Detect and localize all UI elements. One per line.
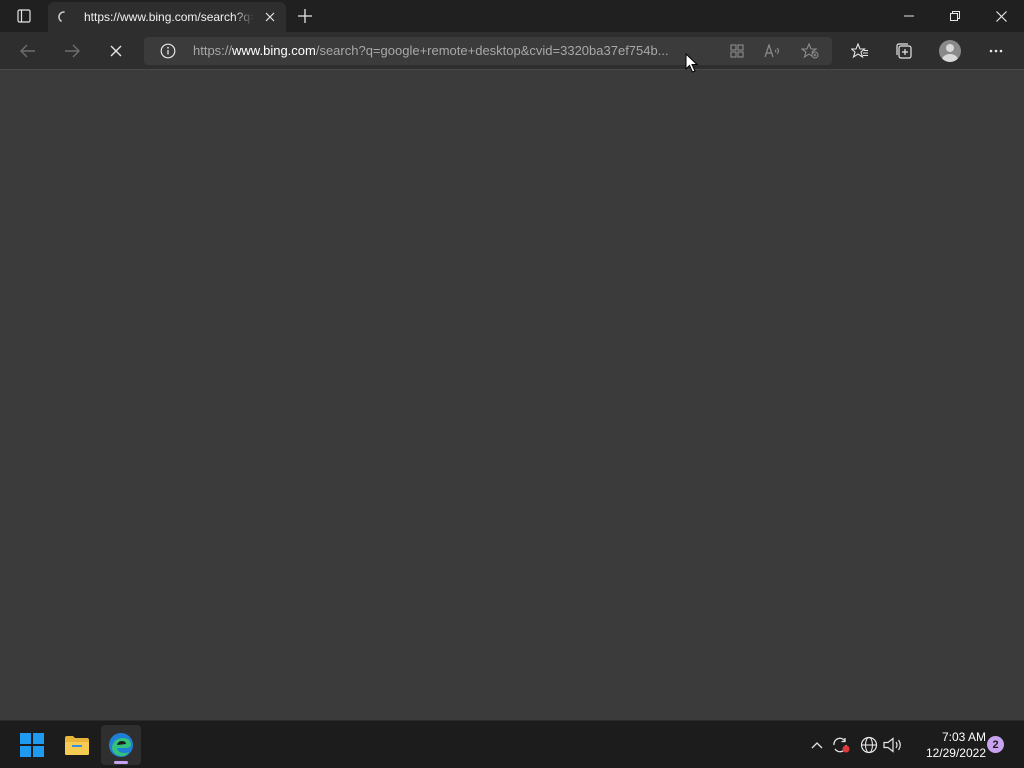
- file-explorer-button[interactable]: [57, 725, 97, 765]
- speaker-icon: [883, 737, 901, 753]
- read-aloud-button[interactable]: [762, 41, 784, 61]
- collections-icon: [896, 43, 912, 59]
- tab-title: https://www.bing.com/search?q=google+rem…: [84, 10, 254, 24]
- clock-date: 12/29/2022: [925, 746, 986, 760]
- screen: https://www.bing.com/search?q=google+rem…: [0, 0, 1024, 768]
- avatar: [939, 40, 961, 62]
- chevron-up-icon: [811, 742, 823, 749]
- arrow-left-icon: [20, 44, 35, 58]
- forward-button[interactable]: [57, 36, 87, 66]
- globe-icon: [860, 736, 878, 754]
- back-button[interactable]: [13, 36, 43, 66]
- more-icon: [989, 49, 1003, 53]
- sync-alert-icon: [833, 737, 850, 753]
- network-button[interactable]: [858, 734, 880, 756]
- tab-actions-icon: [17, 9, 31, 23]
- clock-time: 7:03 AM: [941, 730, 986, 744]
- stop-loading-button[interactable]: [101, 36, 131, 66]
- favorites-icon: [851, 43, 868, 59]
- volume-button[interactable]: [882, 734, 904, 756]
- address-bar-url[interactable]: https://www.bing.com/search?q=google+rem…: [193, 43, 718, 58]
- profile-button[interactable]: [935, 36, 965, 66]
- minimize-button[interactable]: [886, 0, 932, 32]
- collections-button[interactable]: [889, 36, 919, 66]
- app-available-button[interactable]: [726, 41, 748, 61]
- info-icon[interactable]: [160, 43, 176, 59]
- settings-more-button[interactable]: [981, 36, 1011, 66]
- url-path: /search?q=google+remote+desktop&cvid=332…: [315, 43, 669, 58]
- edge-taskbar-button[interactable]: [101, 725, 141, 765]
- clock-button[interactable]: 7:03 AM 12/29/2022: [906, 729, 986, 761]
- close-window-button[interactable]: [978, 0, 1024, 32]
- url-prefix: https://: [193, 43, 233, 58]
- browser-toolbar: https://www.bing.com/search?q=google+rem…: [0, 32, 1024, 70]
- tab-active[interactable]: https://www.bing.com/search?q=google+rem…: [48, 2, 286, 32]
- close-icon: [110, 45, 122, 57]
- notification-badge[interactable]: 2: [987, 736, 1004, 753]
- folder-icon: [65, 736, 89, 755]
- tab-strip: https://www.bing.com/search?q=google+rem…: [0, 0, 1024, 32]
- taskbar: 7:03 AM 12/29/2022: [0, 720, 1024, 768]
- address-bar[interactable]: https://www.bing.com/search?q=google+rem…: [144, 37, 832, 65]
- apps-icon: [730, 44, 744, 58]
- loading-spinner-icon: [56, 9, 72, 25]
- url-host: www.bing.com: [232, 43, 316, 58]
- read-aloud-icon: [764, 44, 780, 58]
- active-app-indicator: [114, 761, 128, 764]
- windows-logo-icon: [20, 733, 44, 757]
- add-favorite-button[interactable]: [799, 41, 821, 61]
- edge-icon: [109, 733, 133, 757]
- minimize-icon: [904, 15, 914, 17]
- page-content[interactable]: [0, 71, 1024, 720]
- show-hidden-icons-button[interactable]: [806, 734, 828, 756]
- star-add-icon: [801, 43, 819, 59]
- close-icon: [265, 12, 275, 22]
- favorites-button[interactable]: [845, 36, 875, 66]
- sync-status-button[interactable]: [830, 734, 852, 756]
- start-button[interactable]: [12, 725, 52, 765]
- tab-actions-button[interactable]: [10, 6, 38, 26]
- arrow-right-icon: [65, 44, 80, 58]
- restore-button[interactable]: [932, 0, 978, 32]
- plus-icon: [298, 9, 312, 23]
- close-icon: [995, 10, 1007, 22]
- new-tab-button[interactable]: [294, 5, 316, 27]
- restore-icon: [950, 11, 960, 21]
- tab-close-button[interactable]: [262, 9, 278, 25]
- mouse-cursor-icon: [685, 53, 699, 73]
